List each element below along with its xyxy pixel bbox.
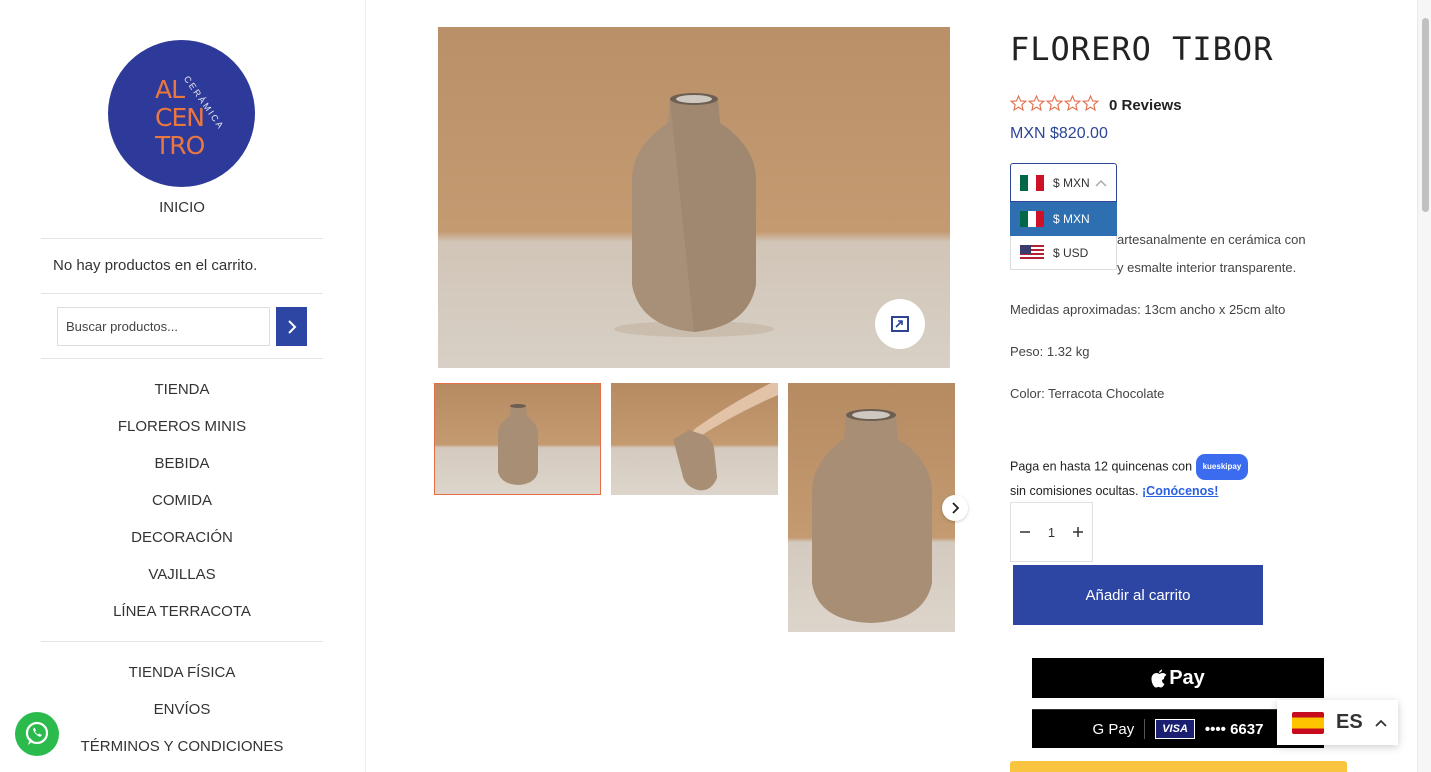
menu-item-tienda[interactable]: TIENDA: [0, 380, 364, 417]
menu-item-decoracion[interactable]: DECORACIÓN: [0, 528, 364, 565]
card-last4: •••• 6637: [1204, 720, 1264, 738]
currency-select[interactable]: $ MXN: [1010, 163, 1117, 202]
star-empty-icon: [1028, 95, 1045, 111]
divider: [1144, 719, 1146, 739]
paypal-button[interactable]: [1010, 761, 1347, 772]
quantity-value[interactable]: 1: [1048, 525, 1055, 540]
logo-line-3: TRO: [155, 131, 205, 160]
language-switcher[interactable]: ES: [1277, 700, 1398, 745]
divider: [41, 238, 323, 239]
main-menu: TIENDA FLOREROS MINIS BEBIDA COMIDA DECO…: [0, 380, 364, 639]
language-code: ES: [1336, 711, 1363, 733]
description-weight: Peso: 1.32 kg: [1010, 344, 1090, 359]
usa-flag-icon: [1020, 244, 1044, 261]
vase-image: [614, 93, 774, 337]
product-main-image[interactable]: [438, 27, 950, 368]
visa-card-icon: VISA: [1155, 719, 1195, 739]
reviews-count[interactable]: 0 Reviews: [1109, 97, 1182, 114]
add-to-cart-button[interactable]: Añadir al carrito: [1013, 565, 1263, 625]
whatsapp-button[interactable]: [15, 712, 59, 756]
menu-item-comida[interactable]: COMIDA: [0, 491, 364, 528]
vase-closeup-thumbnail-image: [812, 409, 932, 623]
apple-pay-button[interactable]: Pay: [1032, 658, 1324, 698]
product-thumbnail-2[interactable]: [611, 383, 778, 495]
expand-icon: [891, 316, 909, 332]
chevron-up-icon: [1095, 179, 1107, 187]
currency-option-usd[interactable]: $ USD: [1010, 236, 1117, 270]
nav-inicio[interactable]: INICIO: [0, 199, 364, 216]
quantity-stepper: 1: [1010, 502, 1093, 562]
sidebar: AL CEN TRO CERÁMICA INICIO No hay produc…: [0, 0, 366, 772]
scrollbar-thumb[interactable]: [1422, 18, 1429, 212]
kueski-text-2: sin comisiones ocultas.: [1010, 484, 1139, 498]
google-pay-label: G Pay: [1092, 720, 1135, 738]
kueski-promo: Paga en hasta 12 quincenas con kueskipay…: [1010, 454, 1249, 502]
menu-item-bebida[interactable]: BEBIDA: [0, 454, 364, 491]
menu-item-tienda-fisica[interactable]: TIENDA FÍSICA: [0, 663, 364, 700]
product-thumbnail-1[interactable]: [434, 383, 601, 495]
brand-logo[interactable]: AL CEN TRO CERÁMICA: [108, 40, 255, 187]
page-scrollbar[interactable]: [1417, 0, 1431, 772]
product-price: MXN $820.00: [1010, 125, 1108, 142]
apple-logo-icon: [1151, 669, 1167, 687]
divider: [41, 358, 323, 359]
description-line-2: y esmalte interior transparente.: [1117, 260, 1297, 275]
currency-option-label: $ MXN: [1053, 212, 1090, 226]
search-input[interactable]: [57, 307, 270, 346]
kueski-link[interactable]: ¡Conócenos!: [1142, 484, 1218, 498]
star-empty-icon: [1064, 95, 1081, 111]
secondary-menu: TIENDA FÍSICA ENVÍOS TÉRMINOS Y CONDICIO…: [0, 663, 364, 772]
rating-stars[interactable]: [1010, 95, 1099, 111]
star-empty-icon: [1046, 95, 1063, 111]
logo-line-2: CEN: [155, 103, 205, 132]
search-button[interactable]: [276, 307, 307, 346]
currency-switcher: $ MXN $ MXN $ USD: [1010, 163, 1117, 270]
divider: [41, 293, 323, 294]
star-empty-icon: [1010, 95, 1027, 111]
star-empty-icon: [1082, 95, 1099, 111]
currency-option-mxn[interactable]: $ MXN: [1010, 202, 1117, 236]
zoom-button[interactable]: [875, 299, 925, 349]
kueski-pay-badge: kueskipay: [1195, 454, 1249, 480]
menu-item-linea-terracota[interactable]: LÍNEA TERRACOTA: [0, 602, 364, 639]
spain-flag-icon: [1292, 711, 1324, 734]
minus-icon[interactable]: [1019, 526, 1031, 538]
vase-hand-thumbnail-image: [673, 383, 778, 491]
description-line-1: artesanalmente en cerámica con: [1117, 232, 1306, 247]
whatsapp-icon: [25, 721, 49, 745]
apple-pay-label: Pay: [1169, 666, 1205, 689]
chevron-up-icon: [1375, 719, 1387, 727]
menu-item-floreros-minis[interactable]: FLOREROS MINIS: [0, 417, 364, 454]
menu-item-vajillas[interactable]: VAJILLAS: [0, 565, 364, 602]
description-measures: Medidas aproximadas: 13cm ancho x 25cm a…: [1010, 302, 1286, 317]
kueski-text: Paga en hasta 12 quincenas con: [1010, 459, 1193, 474]
chevron-right-icon: [952, 502, 959, 514]
cart-empty-message: No hay productos en el carrito.: [53, 257, 258, 274]
currency-option-label: $ USD: [1053, 245, 1089, 260]
description-color: Color: Terracota Chocolate: [1010, 386, 1165, 401]
gallery-next-button[interactable]: [942, 495, 968, 521]
mexico-flag-icon: [1020, 174, 1044, 191]
currency-selected-label: $ MXN: [1053, 175, 1090, 190]
plus-icon[interactable]: [1072, 526, 1084, 538]
vase-thumbnail-image: [498, 404, 538, 485]
chevron-right-icon: [287, 319, 296, 334]
product-title: FLORERO TIBOR: [1010, 30, 1274, 68]
product-thumbnail-3[interactable]: [788, 383, 955, 632]
divider: [41, 641, 323, 642]
mexico-flag-icon: [1020, 211, 1044, 227]
